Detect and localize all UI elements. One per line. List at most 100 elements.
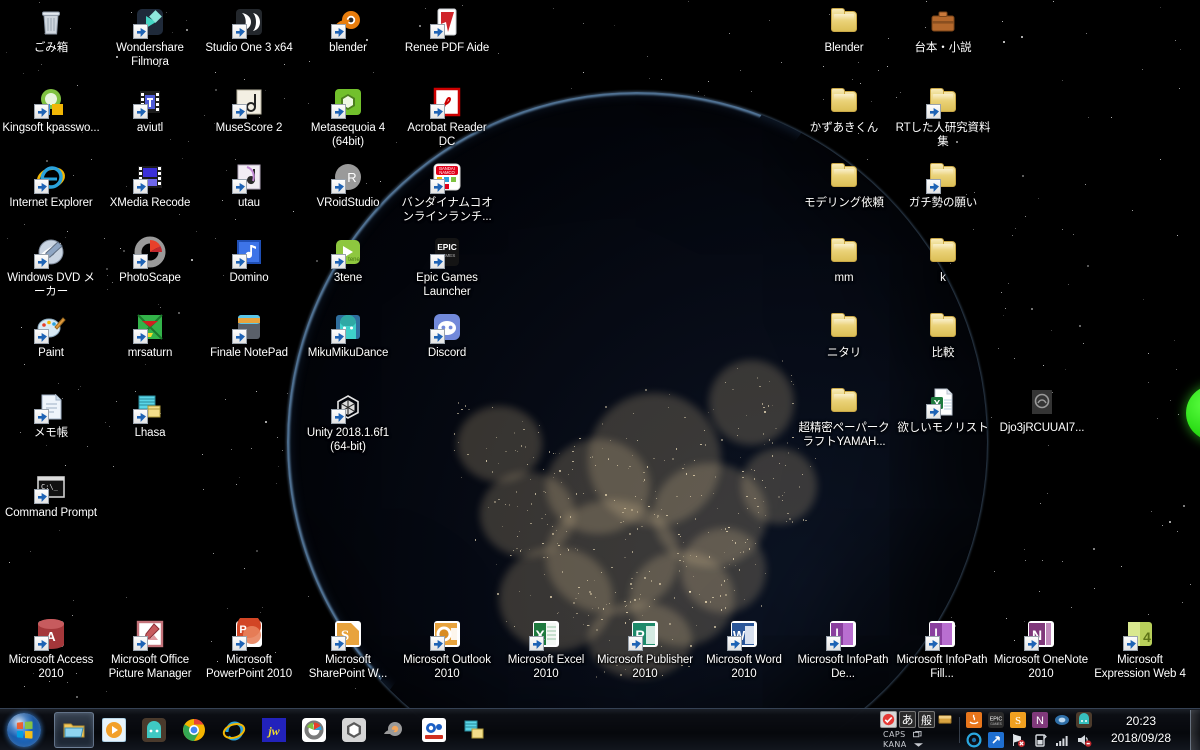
desktop-icon-microsoft-publisher[interactable]: P Microsoft Publisher 2010 [596,618,694,681]
desktop-icon-musescore[interactable]: MuseScore 2 [200,86,298,136]
desktop-icon-metasequoia[interactable]: Metasequoia 4 (64bit) [299,86,397,149]
taskbar-jwcad[interactable]: jw [254,712,294,748]
tray-action-center-icon[interactable] [966,732,982,748]
system-tray[interactable]: あ 般 CAPS KANA EPIC GAMES S N 20:23 2018/… [876,709,1200,750]
desktop-icon-internet-explorer[interactable]: Internet Explorer [2,161,100,211]
desktop-icon-folder[interactable]: 超精密ペーパークラフトYAMAH... [795,386,893,449]
desktop-icon-folder[interactable]: ニタリ [795,311,893,361]
ime-input-mode[interactable]: あ [899,711,916,728]
taskbar[interactable]: jw あ 般 CAPS KANA EPIC GAMES S N 20:23 20… [0,708,1200,750]
desktop-icon-mikumikudance[interactable]: MikuMikuDance [299,311,397,361]
start-button[interactable] [2,711,46,749]
tray-network-signal-icon[interactable] [1054,732,1070,748]
desktop-icon-photoscape[interactable]: PhotoScape [101,236,199,286]
taskbar-clock[interactable]: 20:23 2018/09/28 [1096,713,1188,747]
taskbar-blender[interactable] [374,712,414,748]
tray-nvidia-icon[interactable] [1054,712,1070,728]
microsoft-publisher-icon: P [628,618,661,651]
desktop-icon-microsoft-infopath-filler[interactable]: I Microsoft InfoPath Fill... [893,618,991,681]
desktop-icon-aviutl[interactable]: aviutl [101,86,199,136]
taskbar-bandicam[interactable] [414,712,454,748]
desktop-icon-kingsoft-kpassword[interactable]: Kingsoft kpasswo... [2,86,100,136]
ime-help-icon[interactable] [912,730,922,739]
tray-network-error-icon[interactable] [1010,732,1026,748]
desktop-icon-lhasa[interactable]: Lhasa [101,391,199,441]
desktop-icon-recycle-bin[interactable]: ごみ箱 [2,6,100,56]
desktop[interactable]: ごみ箱 Wondershare Filmora Studio One 3 x64 bl… [0,0,1200,750]
desktop-icon-microsoft-powerpoint[interactable]: P Microsoft PowerPoint 2010 [200,614,298,681]
mrsaturn-icon [133,311,166,344]
tray-row-top[interactable]: EPIC GAMES S N [966,711,1092,729]
taskbar-media-player[interactable] [94,712,134,748]
tray-onenote-icon[interactable]: N [1032,712,1048,728]
desktop-icon-folder-shortcut[interactable]: RTした人研究資料集 [894,86,992,149]
desktop-icon-discord[interactable]: Discord [398,311,496,361]
ime-tool-icon[interactable] [880,711,897,728]
desktop-icon-folder[interactable]: k [894,236,992,286]
tray-mikumikudance-icon[interactable] [1076,712,1092,728]
tray-studio-one-icon[interactable]: S [1010,712,1026,728]
desktop-icon-renee-pdf-aide[interactable]: Renee PDF Aide [398,6,496,56]
tray-safely-remove-hardware-icon[interactable] [988,732,1004,748]
desktop-icon-acrobat-reader[interactable]: Acrobat Reader DC [398,86,496,149]
desktop-icon-microsoft-sharepoint-workspace[interactable]: S Microsoft SharePoint W... [299,618,397,681]
desktop-icon-vroid-studio[interactable]: R VRoidStudio [299,161,397,211]
desktop-icon-folder[interactable]: 比較 [894,311,992,361]
desktop-icon-excel-file[interactable]: X 欲しいモノリスト [894,386,992,436]
desktop-icon-blender[interactable]: blender [299,6,397,56]
desktop-icon-microsoft-word[interactable]: W Microsoft Word 2010 [695,618,793,681]
desktop-icon-mrsaturn[interactable]: mrsaturn [101,311,199,361]
desktop-icon-unity[interactable]: Unity 2018.1.6f1 (64-bit) [299,391,397,454]
desktop-icon-command-prompt[interactable]: C:\_ Command Prompt [2,471,100,521]
desktop-icon-notepad[interactable]: メモ帳 [2,391,100,441]
show-desktop-button[interactable] [1190,710,1200,750]
mikumikudance-icon [331,311,364,344]
chevron-down-icon[interactable] [913,742,923,748]
desktop-icon-microsoft-onenote[interactable]: N Microsoft OneNote 2010 [992,618,1090,681]
desktop-icon-folder-shortcut[interactable]: 台本・小説 [894,6,992,56]
taskbar-metasequoia[interactable] [334,712,374,748]
desktop-icon-folder[interactable]: かずあきくん [795,86,893,136]
desktop-icon-office-picture-manager[interactable]: Microsoft Office Picture Manager [101,618,199,681]
desktop-icon-folder-shortcut[interactable]: ガチ勢の願い [894,161,992,211]
taskbar-mikumikudance[interactable] [134,712,174,748]
desktop-icon-xmedia-recode[interactable]: XMedia Recode [101,161,199,211]
desktop-icon-microsoft-outlook[interactable]: Microsoft Outlook 2010 [398,618,496,681]
tray-power-icon[interactable] [1032,732,1048,748]
desktop-icon-folder[interactable]: mm [795,236,893,286]
tray-icon-grid[interactable]: EPIC GAMES S N [962,711,1096,749]
taskbar-buttons[interactable]: jw [54,711,494,749]
taskbar-photoscape[interactable] [294,712,334,748]
tray-row-bottom[interactable] [966,731,1092,749]
desktop-icon-studio-one[interactable]: Studio One 3 x64 [200,6,298,56]
desktop-icon-image-file[interactable]: Djo3jRCUUAI7... [993,386,1091,436]
desktop-icon-microsoft-expression-web[interactable]: 4 Microsoft Expression Web 4 [1091,618,1189,681]
desktop-icon-microsoft-infopath-designer[interactable]: I Microsoft InfoPath De... [794,618,892,681]
desktop-icon-epic-games-launcher[interactable]: EPIC GAMES Epic Games Launcher [398,236,496,299]
desktop-icon-domino[interactable]: Domino [200,236,298,286]
desktop-icon-paint[interactable]: Paint [2,311,100,361]
tray-java-icon[interactable] [966,712,982,728]
desktop-icon-label: aviutl [136,122,164,134]
desktop-icon-windows-dvd-maker[interactable]: Windows DVD メーカー [2,236,100,299]
desktop-icon-3tene[interactable]: tene 3tene [299,236,397,286]
ime-pad-icon[interactable] [937,711,954,728]
desktop-icon-bandai-namco-online-launcher[interactable]: BANDAI NAMCO バンダイナムコオンラインランチ... [398,161,496,224]
ime-language-bar[interactable]: あ 般 CAPS KANA [876,710,957,750]
desktop-icon-folder[interactable]: Blender [795,6,893,56]
taskbar-internet-explorer[interactable] [214,712,254,748]
ime-conversion-mode[interactable]: 般 [918,711,935,728]
taskbar-chrome[interactable] [174,712,214,748]
folder-icon [828,161,860,193]
desktop-icon-wondershare-filmora[interactable]: Wondershare Filmora [101,6,199,69]
tray-volume-muted-icon[interactable] [1076,732,1092,748]
desktop-icon-utau[interactable]: utau [200,161,298,211]
taskbar-explorer[interactable] [54,711,94,748]
shortcut-arrow-icon [34,104,49,119]
taskbar-lhasa[interactable] [454,712,494,748]
tray-epic-games-icon[interactable]: EPIC GAMES [988,712,1004,728]
desktop-icon-folder[interactable]: モデリング依頼 [795,161,893,211]
desktop-icon-finale-notepad[interactable]: Finale NotePad [200,311,298,361]
desktop-icon-microsoft-excel[interactable]: X Microsoft Excel 2010 [497,618,595,681]
desktop-icon-microsoft-access[interactable]: A Microsoft Access 2010 [2,618,100,681]
